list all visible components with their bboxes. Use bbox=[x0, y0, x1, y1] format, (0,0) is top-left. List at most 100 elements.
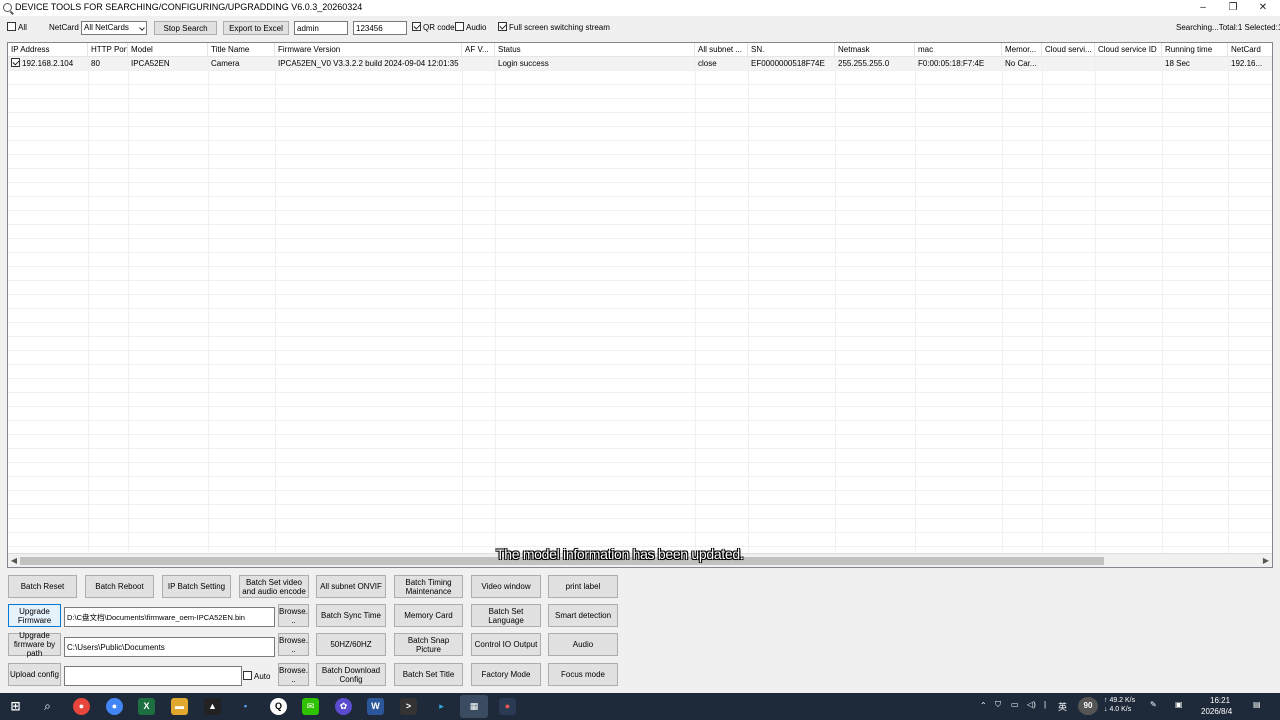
app-icon[interactable]: ▸ bbox=[433, 698, 450, 715]
checkbox-icon[interactable] bbox=[455, 22, 464, 31]
video-window-button[interactable]: Video window bbox=[471, 575, 541, 598]
config-path-input[interactable] bbox=[64, 666, 242, 686]
battery-indicator[interactable]: 90 bbox=[1078, 697, 1098, 715]
device-table[interactable]: IP Address HTTP Port Model Title Name Fi… bbox=[7, 42, 1273, 568]
speaker-icon[interactable]: ◁) bbox=[1027, 700, 1036, 709]
password-input[interactable] bbox=[353, 21, 407, 35]
export-excel-button[interactable]: Export to Excel bbox=[223, 21, 289, 35]
column-header[interactable]: All subnet ... bbox=[695, 43, 748, 57]
audio-checkbox[interactable]: Audio bbox=[455, 21, 486, 35]
chrome-icon[interactable]: ● bbox=[73, 698, 90, 715]
input-language[interactable]: 英 bbox=[1058, 700, 1067, 713]
word-icon[interactable]: W bbox=[367, 698, 384, 715]
scroll-left-icon[interactable]: ◀ bbox=[8, 554, 20, 567]
app-icon[interactable]: ▲ bbox=[204, 698, 221, 715]
empty-row bbox=[8, 239, 1272, 253]
chevron-up-icon[interactable]: ⌃ bbox=[980, 701, 987, 710]
factory-mode-button[interactable]: Factory Mode bbox=[471, 663, 541, 686]
clock-time[interactable]: 16:21 bbox=[1210, 696, 1230, 705]
batch-timing-button[interactable]: Batch Timing Maintenance bbox=[394, 575, 463, 598]
batch-set-video-button[interactable]: Batch Set video and audio encode bbox=[239, 575, 309, 598]
username-input[interactable] bbox=[294, 21, 348, 35]
all-subnet-onvif-button[interactable]: All subnet ONVIF bbox=[316, 575, 386, 598]
audio-button[interactable]: Audio bbox=[548, 633, 618, 656]
auto-checkbox[interactable]: Auto bbox=[243, 670, 270, 684]
chrome-icon[interactable]: ● bbox=[106, 698, 123, 715]
pen-icon[interactable]: ✎ bbox=[1150, 700, 1157, 709]
close-button[interactable]: ✕ bbox=[1248, 0, 1278, 16]
batch-snap-picture-button[interactable]: Batch Snap Picture bbox=[394, 633, 463, 656]
microphone-icon[interactable]: | bbox=[1044, 700, 1046, 709]
batch-reset-button[interactable]: Batch Reset bbox=[8, 575, 77, 598]
column-header[interactable]: NetCard bbox=[1228, 43, 1272, 57]
empty-row bbox=[8, 85, 1272, 99]
batch-set-title-button[interactable]: Batch Set Title bbox=[394, 663, 463, 686]
column-header[interactable]: Netmask bbox=[835, 43, 915, 57]
camera-icon[interactable]: ▣ bbox=[1175, 700, 1183, 709]
stop-search-button[interactable]: Stop Search bbox=[154, 21, 217, 35]
browse-button[interactable]: Browse. .. bbox=[278, 604, 309, 627]
checkbox-icon[interactable] bbox=[243, 671, 252, 680]
batch-reboot-button[interactable]: Batch Reboot bbox=[85, 575, 154, 598]
batch-sync-time-button[interactable]: Batch Sync Time bbox=[316, 604, 386, 627]
shield-icon[interactable]: ⛉ bbox=[995, 700, 1001, 710]
qq-icon[interactable]: Q bbox=[270, 698, 287, 715]
print-label-button[interactable]: print label bbox=[548, 575, 618, 598]
ip-batch-setting-button[interactable]: IP Batch Setting bbox=[162, 575, 231, 598]
upgrade-firmware-button[interactable]: Upgrade Firmware bbox=[8, 604, 61, 627]
batch-set-language-button[interactable]: Batch Set Language bbox=[471, 604, 541, 627]
batch-download-config-button[interactable]: Batch Download Config bbox=[316, 663, 386, 686]
device-tools-icon[interactable]: ▦ bbox=[460, 695, 488, 718]
column-header[interactable]: Memor... bbox=[1002, 43, 1042, 57]
column-header[interactable]: Running time bbox=[1162, 43, 1228, 57]
windows-icon[interactable]: ⊞ bbox=[7, 698, 24, 715]
firmware-path-input[interactable] bbox=[64, 607, 275, 627]
status-message: The model information has been updated. bbox=[496, 546, 744, 562]
terminal-icon[interactable]: > bbox=[400, 698, 417, 715]
table-row[interactable]: 192.168.2.104 80 IPCA52EN Camera IPCA52E… bbox=[8, 57, 1272, 71]
checkbox-checked-icon[interactable] bbox=[412, 22, 421, 31]
netcard-select[interactable]: All NetCards bbox=[81, 21, 147, 35]
column-header[interactable]: Firmware Version bbox=[275, 43, 462, 57]
app-icon[interactable]: ● bbox=[499, 698, 516, 715]
clock-date[interactable]: 2026/8/4 bbox=[1201, 707, 1232, 716]
restore-button[interactable]: ❐ bbox=[1218, 0, 1248, 16]
qr-code-checkbox[interactable]: QR code bbox=[412, 21, 455, 35]
monitor-icon[interactable]: ▭ bbox=[1011, 700, 1019, 709]
app-icon[interactable]: ✿ bbox=[335, 698, 352, 715]
upload-config-button[interactable]: Upload config bbox=[8, 663, 61, 686]
column-header[interactable]: mac bbox=[915, 43, 1002, 57]
column-header[interactable]: Title Name bbox=[208, 43, 275, 57]
search-icon[interactable]: ⌕ bbox=[39, 698, 56, 715]
column-header[interactable]: Cloud service ID bbox=[1095, 43, 1162, 57]
app-icon[interactable]: ▪ bbox=[237, 698, 254, 715]
wechat-icon[interactable]: ✉ bbox=[302, 698, 319, 715]
checkbox-checked-icon[interactable] bbox=[498, 22, 507, 31]
checkbox-icon[interactable] bbox=[7, 22, 16, 31]
scroll-right-icon[interactable]: ▶ bbox=[1260, 554, 1272, 567]
folder-icon[interactable]: ▬ bbox=[171, 698, 188, 715]
focus-mode-button[interactable]: Focus mode bbox=[548, 663, 618, 686]
column-header[interactable]: HTTP Port bbox=[88, 43, 128, 57]
row-checkbox[interactable] bbox=[11, 58, 20, 67]
browse-button[interactable]: Browse. .. bbox=[278, 633, 309, 656]
smart-detection-button[interactable]: Smart detection bbox=[548, 604, 618, 627]
column-header[interactable]: SN. bbox=[748, 43, 835, 57]
column-header[interactable]: AF V... bbox=[462, 43, 495, 57]
hz-button[interactable]: 50HZ/60HZ bbox=[316, 633, 386, 656]
folder-path-input[interactable] bbox=[64, 637, 275, 657]
column-header[interactable]: Status bbox=[495, 43, 695, 57]
control-io-output-button[interactable]: Control IO Output bbox=[471, 633, 541, 656]
fullscreen-stream-checkbox[interactable]: Full screen switching stream bbox=[498, 21, 610, 35]
minimize-button[interactable]: – bbox=[1188, 0, 1218, 16]
upgrade-by-path-button[interactable]: Upgrade firmware by path bbox=[8, 631, 61, 658]
column-header[interactable]: IP Address bbox=[8, 43, 88, 57]
excel-icon[interactable]: X bbox=[138, 698, 155, 715]
table-cell: EF0000000518F74E bbox=[751, 59, 825, 68]
column-header[interactable]: Cloud servi... bbox=[1042, 43, 1095, 57]
select-all-checkbox[interactable]: All bbox=[7, 21, 27, 35]
memory-card-button[interactable]: Memory Card bbox=[394, 604, 463, 627]
notification-icon[interactable]: ▤ bbox=[1253, 700, 1261, 709]
browse-button[interactable]: Browse. .. bbox=[278, 663, 309, 686]
column-header[interactable]: Model bbox=[128, 43, 208, 57]
